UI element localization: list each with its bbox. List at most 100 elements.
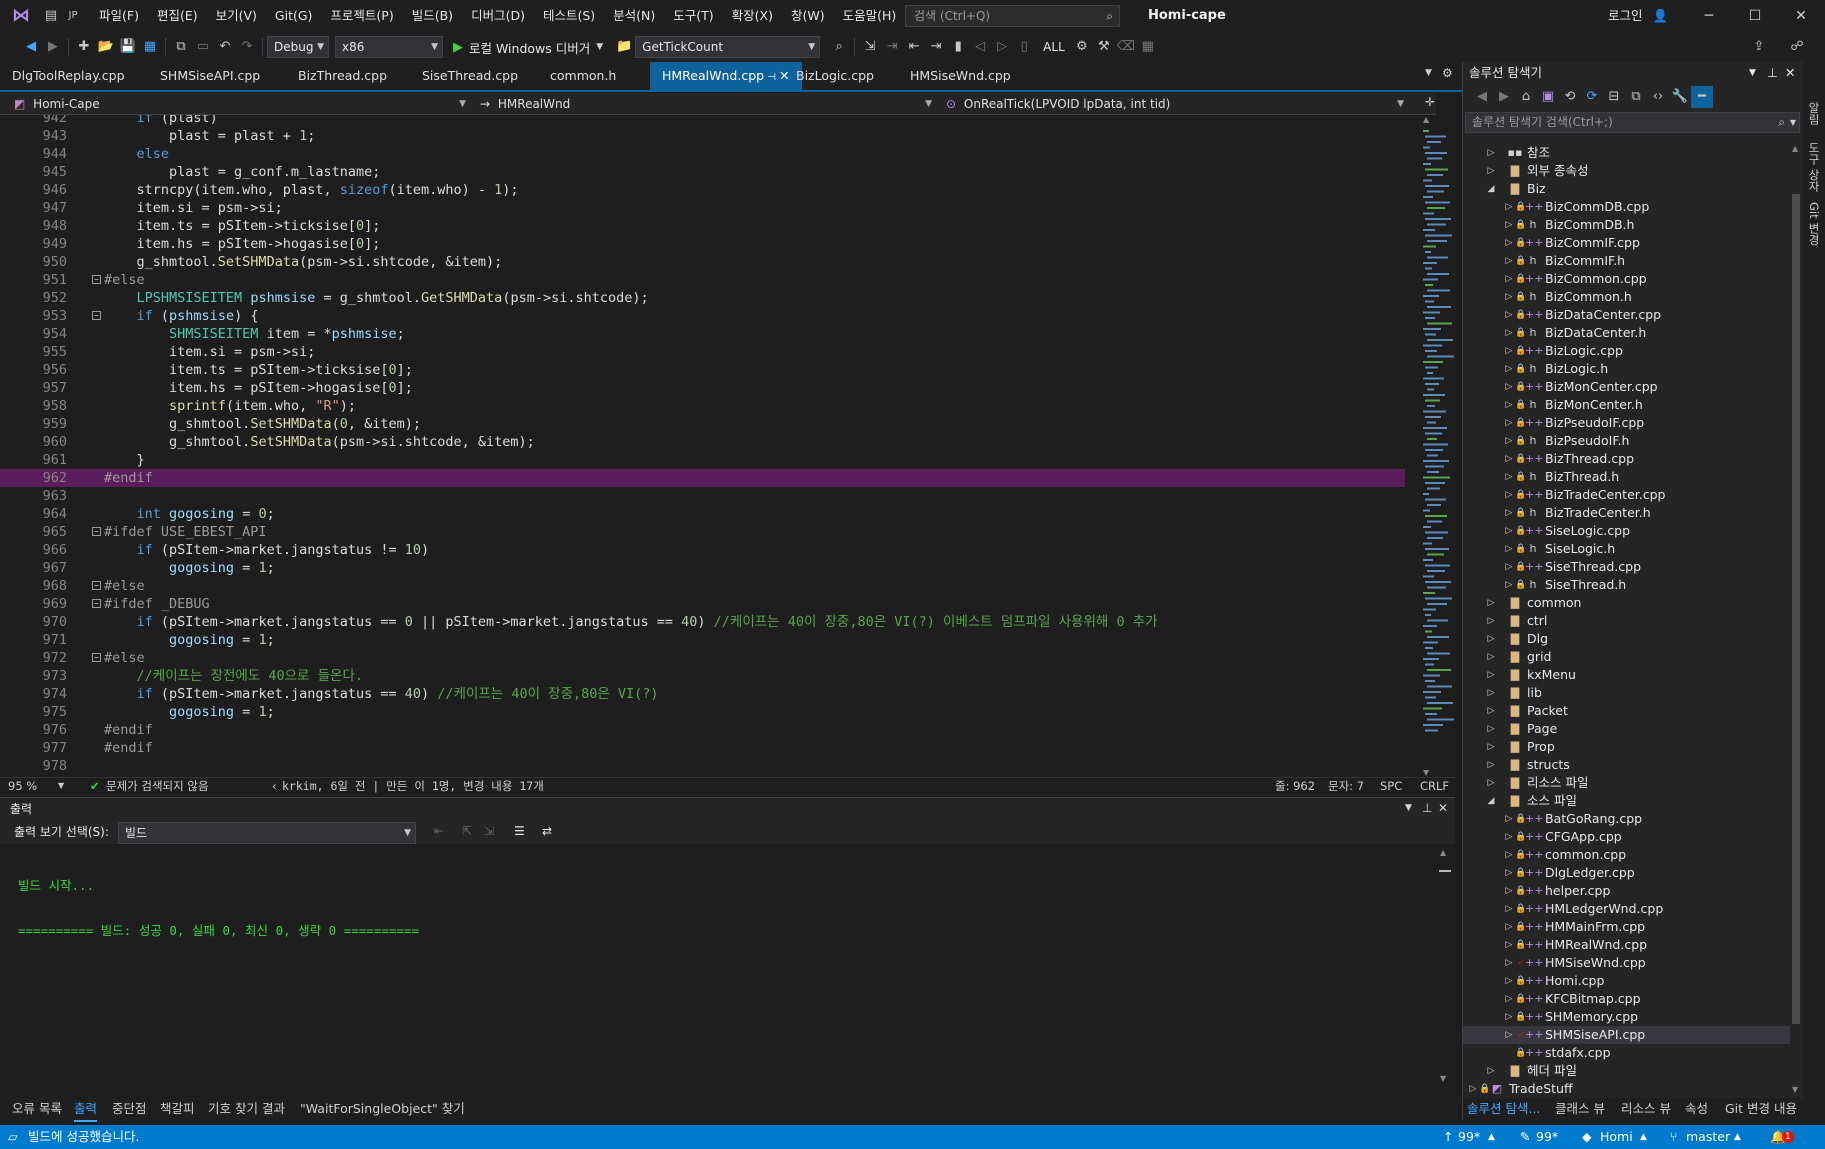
tree-folder[interactable]: ◢ ▇ 소스 파일 xyxy=(1463,792,1790,810)
code-minimap[interactable] xyxy=(1421,130,1455,770)
tree-file[interactable]: ▷ 🔒 ++ CFGApp.cpp xyxy=(1463,828,1790,846)
fold-toggle-icon[interactable]: − xyxy=(92,311,101,320)
login-button[interactable]: 로그인 👤 xyxy=(1608,0,1668,32)
menu-item[interactable]: 편집(E) xyxy=(148,0,207,32)
tree-folder[interactable]: ▷ ▇ lib xyxy=(1463,684,1790,702)
tree-folder[interactable]: ▷ ▇ Page xyxy=(1463,720,1790,738)
rebuild-icon[interactable]: ⚒ xyxy=(1093,36,1115,58)
outdent-icon[interactable]: ⇤ xyxy=(903,36,925,58)
tree-file[interactable]: ▷ 🔒 ++ BizLogic.cpp xyxy=(1463,342,1790,360)
menu-item[interactable]: 확장(X) xyxy=(723,0,782,32)
code-line[interactable]: 969 − #ifdef _DEBUG xyxy=(0,595,1405,613)
code-line[interactable]: 958 sprintf(item.who, "R"); xyxy=(0,397,1405,415)
search-icon[interactable]: ⌕ xyxy=(1778,113,1785,132)
expand-arrow-icon[interactable]: ▷ xyxy=(1485,1062,1497,1080)
clear-all-icon[interactable]: ☰ xyxy=(514,824,525,838)
code-line[interactable]: 946 strncpy(item.who, plast, sizeof(item… xyxy=(0,181,1405,199)
tree-folder[interactable]: ▷ ▇ 헤더 파일 xyxy=(1463,1062,1790,1080)
step-into-icon[interactable]: ⇲ xyxy=(859,36,881,58)
project-scope-select[interactable]: ◩ Homi-Cape ▼ xyxy=(8,94,470,114)
word-wrap-icon[interactable]: ⇄ xyxy=(542,824,552,838)
batch-build-icon[interactable]: ▦ xyxy=(1137,36,1159,58)
tree-file[interactable]: ▷ ▪▪ 참조 xyxy=(1463,144,1790,162)
chevron-up-icon[interactable]: ▲ xyxy=(1488,1125,1495,1149)
code-line[interactable]: 977 #endif xyxy=(0,739,1405,757)
tab-hmrealwnd-cpp[interactable]: HMRealWnd.cpp ⊣ ✕ xyxy=(650,62,802,90)
show-all-files-icon[interactable]: ⧉ xyxy=(1625,86,1647,108)
code-line[interactable]: 947 item.si = psm->si; xyxy=(0,199,1405,217)
tree-folder[interactable]: ▷ ▇ Dlg xyxy=(1463,630,1790,648)
tab-list-dropdown-icon[interactable]: ▼ xyxy=(1425,68,1432,78)
scroll-up-icon[interactable]: ▲ xyxy=(1423,115,1429,124)
pencil-icon[interactable]: ✎ xyxy=(1520,1125,1530,1149)
tree-file[interactable]: ▷ 🔒 h BizTradeCenter.h xyxy=(1463,504,1790,522)
code-line[interactable]: 962 #endif xyxy=(0,469,1405,487)
window-position-icon[interactable]: ▼ xyxy=(1405,803,1412,813)
find-in-files-icon[interactable]: 📁 xyxy=(613,36,635,58)
menu-item[interactable]: 빌드(B) xyxy=(403,0,462,32)
pin-icon[interactable]: ⊥ xyxy=(1767,62,1778,84)
tree-file[interactable]: ▷ 🔒 ++ BizCommon.cpp xyxy=(1463,270,1790,288)
close-panel-icon[interactable]: ✕ xyxy=(1785,62,1795,84)
expand-arrow-icon[interactable]: ▷ xyxy=(1485,594,1497,612)
menu-item[interactable]: 보기(V) xyxy=(207,0,266,32)
solution-platform-select[interactable]: x86 ▼ xyxy=(335,36,443,58)
tree-file[interactable]: ▷ ✓ ++ SHMSiseAPI.cpp xyxy=(1463,1026,1790,1044)
clean-icon[interactable]: ⌫ xyxy=(1115,36,1137,58)
code-line[interactable]: 955 item.si = psm->si; xyxy=(0,343,1405,361)
tool-tab[interactable]: 오류 목록 xyxy=(12,1098,62,1120)
code-line[interactable]: 944 else xyxy=(0,145,1405,163)
chevron-down-icon[interactable]: ▼ xyxy=(1790,113,1796,132)
tree-file[interactable]: ▷ 🔒 h BizMonCenter.h xyxy=(1463,396,1790,414)
fold-toggle-icon[interactable]: − xyxy=(92,653,101,662)
tool-tab[interactable]: "WaitForSingleObject" 찾기 xyxy=(300,1098,465,1120)
expand-arrow-icon[interactable]: ▷ xyxy=(1485,612,1497,630)
tree-folder[interactable]: ▷ ▇ grid xyxy=(1463,648,1790,666)
output-text[interactable]: 빌드 시작... ========== 빌드: 성공 0, 실패 0, 최신 0… xyxy=(18,848,419,968)
notification-count[interactable]: 1 xyxy=(1782,1131,1794,1143)
issues-status[interactable]: 문제가 검색되지 않음 xyxy=(106,778,209,794)
open-file-icon[interactable]: 📂 xyxy=(95,36,117,58)
tab-dlgtoolreplay-cpp[interactable]: DlgToolReplay.cpp xyxy=(0,62,137,90)
tab-bizthread-cpp[interactable]: BizThread.cpp xyxy=(286,62,399,90)
view-code-icon[interactable]: ‹› xyxy=(1647,86,1669,108)
code-line[interactable]: 945 plast = g_conf.m_lastname; xyxy=(0,163,1405,181)
tool-tab[interactable]: 출력 xyxy=(74,1098,98,1122)
code-line[interactable]: 949 item.hs = pSItem->hogasise[0]; xyxy=(0,235,1405,253)
solution-bottom-tab[interactable]: 속성 xyxy=(1685,1098,1708,1120)
collapse-all-icon[interactable]: ⊟ xyxy=(1603,86,1625,108)
output-source-select[interactable]: 빌드 ▼ xyxy=(118,822,416,844)
code-line[interactable]: 973 //케이프는 장전에도 40으로 들온다. xyxy=(0,667,1405,685)
collapse-arrow-icon[interactable]: ◢ xyxy=(1485,792,1497,810)
expand-arrow-icon[interactable]: ▷ xyxy=(1485,702,1497,720)
code-line[interactable]: 950 g_shmtool.SetSHMData(psm->si.shtcode… xyxy=(0,253,1405,271)
tree-file[interactable]: ▷ 🔒 ++ helper.cpp xyxy=(1463,882,1790,900)
menu-item[interactable]: 프로젝트(P) xyxy=(321,0,402,32)
tree-folder[interactable]: ▷ ▇ structs xyxy=(1463,756,1790,774)
tree-file[interactable]: ▷ 🔒 ++ BizPseudoIF.cpp xyxy=(1463,414,1790,432)
menu-item[interactable]: 창(W) xyxy=(782,0,834,32)
tool-tab[interactable]: 중단점 xyxy=(112,1098,147,1120)
tree-file[interactable]: ▷ 🔒 ++ Homi.cpp xyxy=(1463,972,1790,990)
menu-item[interactable]: 파일(F) xyxy=(90,0,148,32)
back-icon[interactable]: ◀ xyxy=(1471,86,1493,108)
class-scope-select[interactable]: → HMRealWnd ▼ xyxy=(474,94,936,114)
next-bookmark-icon[interactable]: ▷ xyxy=(991,36,1013,58)
tree-file[interactable]: ▷ 🔒 ++ BizTradeCenter.cpp xyxy=(1463,486,1790,504)
code-line[interactable]: 957 item.hs = pSItem->hogasise[0]; xyxy=(0,379,1405,397)
tree-file[interactable]: ▷ 🔒 h BizLogic.h xyxy=(1463,360,1790,378)
repo-name[interactable]: Homi xyxy=(1600,1125,1633,1149)
scroll-thumb[interactable] xyxy=(1792,194,1800,1024)
prev-message-icon[interactable]: ⇤ xyxy=(434,824,444,838)
code-line[interactable]: 963 xyxy=(0,487,1405,505)
next-message-icon[interactable]: ⇲ xyxy=(484,824,494,838)
expand-arrow-icon[interactable]: ▷ xyxy=(1485,684,1497,702)
tree-file[interactable]: ▷ 🔒 ++ BizMonCenter.cpp xyxy=(1463,378,1790,396)
tab-bizlogic-cpp[interactable]: BizLogic.cpp xyxy=(784,62,886,90)
tree-file[interactable]: ▷ 🔒 ++ BatGoRang.cpp xyxy=(1463,810,1790,828)
find-message-icon[interactable]: ⇱ xyxy=(462,824,472,838)
build-icon[interactable]: ⚙ xyxy=(1071,36,1093,58)
fold-toggle-icon[interactable]: − xyxy=(92,581,101,590)
live-share-icon[interactable]: ⇪ xyxy=(1748,36,1770,58)
menu-item[interactable]: 도움말(H) xyxy=(834,0,906,32)
